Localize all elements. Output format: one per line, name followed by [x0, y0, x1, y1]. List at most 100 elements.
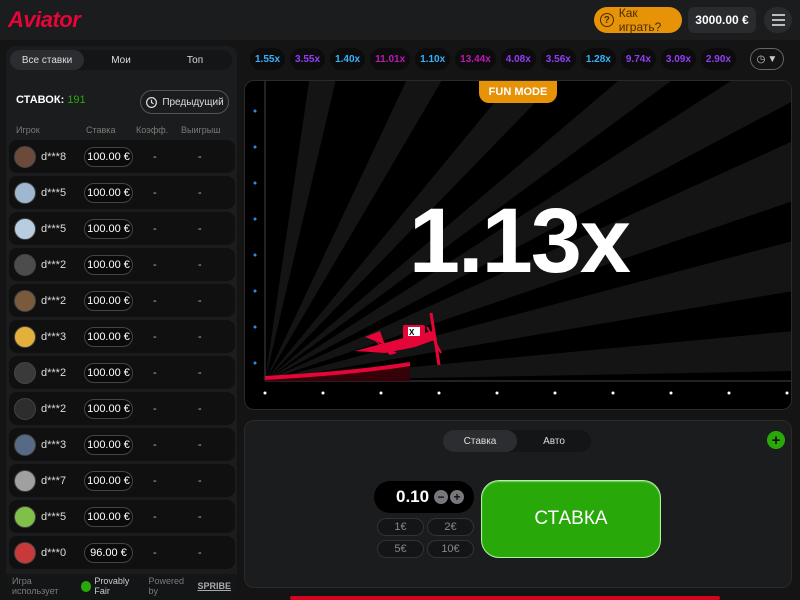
coefficient: -: [153, 150, 157, 163]
avatar: [14, 181, 36, 204]
bet-amount: 100.00 €: [84, 254, 133, 275]
bets-list: d***8 100.00 € - - d***5 100.00 € - - d***5 100.0…: [9, 140, 235, 572]
coefficient: -: [153, 402, 157, 415]
player-name: d***5: [41, 222, 67, 235]
history-multiplier[interactable]: 13.44x: [455, 48, 496, 70]
history-multiplier[interactable]: 1.28x: [580, 48, 616, 70]
previous-label: Предыдущий: [162, 96, 224, 108]
stake-button[interactable]: СТАВКА: [481, 480, 661, 558]
table-row: d***2 100.00 € - -: [9, 248, 235, 281]
history-multiplier[interactable]: 2.90x: [700, 48, 736, 70]
powered-by: Powered by: [148, 576, 185, 596]
col-coef: Коэфф.: [136, 125, 169, 135]
avatar: [14, 361, 36, 384]
avatar: [14, 433, 36, 456]
avatar: [14, 217, 36, 240]
win-amount: -: [198, 294, 202, 307]
bets-columns: Игрок Ставка Коэфф. Выигрыш: [16, 125, 231, 135]
coefficient: -: [153, 330, 157, 343]
table-row: d***5 100.00 € - -: [9, 212, 235, 245]
avatar: [14, 253, 36, 276]
win-amount: -: [198, 402, 202, 415]
provably-fair-label: Provably Fair: [94, 576, 130, 596]
quick-amount-2[interactable]: 2€: [427, 518, 474, 536]
quick-amount-1[interactable]: 1€: [377, 518, 424, 536]
table-row: d***3 100.00 € - -: [9, 428, 235, 461]
bet-amount: 96.00 €: [84, 542, 133, 563]
spribe-logo[interactable]: SPRIBE: [197, 581, 231, 591]
current-multiplier: 1.13x: [408, 190, 631, 292]
add-bet-panel-icon[interactable]: +: [767, 431, 785, 449]
bet-amount-stepper[interactable]: 0.10 − +: [374, 481, 474, 513]
win-amount: -: [198, 510, 202, 523]
svg-text:X: X: [409, 328, 415, 337]
bets-panel: Все ставки Мои Топ СТАВОК: 191 Предыдущи…: [6, 46, 237, 598]
coefficient: -: [153, 294, 157, 307]
aviator-logo: Aviator: [8, 7, 81, 32]
table-row: d***0 96.00 € - -: [9, 536, 235, 569]
player-name: d***2: [41, 294, 67, 307]
coefficient: -: [153, 258, 157, 271]
coefficient: -: [153, 510, 157, 523]
history-icon: [146, 96, 158, 108]
history-multiplier[interactable]: 3.56x: [540, 48, 576, 70]
tab-all-bets[interactable]: Все ставки: [10, 50, 84, 70]
footer: Игра использует Provably Fair Powered by…: [6, 574, 237, 598]
col-bet: Ставка: [86, 125, 116, 135]
player-name: d***2: [41, 258, 67, 271]
tab-bet[interactable]: Ставка: [443, 430, 517, 452]
table-row: d***3 100.00 € - -: [9, 320, 235, 353]
history-multiplier[interactable]: 9.74x: [620, 48, 656, 70]
tab-top[interactable]: Топ: [158, 50, 232, 70]
win-amount: -: [198, 258, 202, 271]
provably-fair-link[interactable]: Provably Fair: [81, 576, 144, 596]
how-to-play-button[interactable]: ? Как играть?: [594, 6, 682, 34]
question-icon: ?: [600, 13, 614, 27]
balance-display: 3000.00 €: [688, 7, 756, 33]
tab-auto[interactable]: Авто: [517, 430, 591, 452]
history-multiplier[interactable]: 1.55x: [250, 48, 286, 70]
bet-amount-value[interactable]: 0.10: [396, 487, 432, 507]
minus-icon[interactable]: −: [434, 490, 448, 504]
history-multiplier[interactable]: 4.08x: [500, 48, 536, 70]
win-amount: -: [198, 186, 202, 199]
table-row: d***7 100.00 € - -: [9, 464, 235, 497]
bet-amount: 100.00 €: [84, 326, 133, 347]
footer-text: Игра использует: [12, 576, 59, 596]
bets-count: СТАВОК: 191: [16, 94, 86, 106]
avatar: [14, 541, 36, 564]
coefficient: -: [153, 222, 157, 235]
chevron-down-icon: ▼: [767, 53, 778, 65]
table-row: d***5 100.00 € - -: [9, 500, 235, 533]
plus-icon[interactable]: +: [450, 490, 464, 504]
quick-amount-10[interactable]: 10€: [427, 540, 474, 558]
win-amount: -: [198, 474, 202, 487]
bet-amount: 100.00 €: [84, 506, 133, 527]
col-win: Выигрыш: [181, 125, 221, 135]
win-amount: -: [198, 546, 202, 559]
win-amount: -: [198, 222, 202, 235]
history-multiplier[interactable]: 3.55x: [290, 48, 326, 70]
tab-my-bets[interactable]: Мои: [84, 50, 158, 70]
history-multiplier[interactable]: 1.40x: [330, 48, 366, 70]
previous-button[interactable]: Предыдущий: [140, 90, 229, 114]
bet-amount: 100.00 €: [84, 218, 133, 239]
history-multiplier[interactable]: 3.09x: [660, 48, 696, 70]
bet-amount: 100.00 €: [84, 398, 133, 419]
avatar: [14, 469, 36, 492]
history-multiplier[interactable]: 1.10x: [415, 48, 451, 70]
bet-amount: 100.00 €: [84, 470, 133, 491]
bet-mode-tabs: Ставка Авто: [443, 430, 591, 452]
player-name: d***5: [41, 186, 67, 199]
quick-amount-5[interactable]: 5€: [377, 540, 424, 558]
menu-icon[interactable]: [764, 7, 792, 33]
history-toggle-button[interactable]: ◷ ▼: [750, 48, 784, 70]
coefficient: -: [153, 186, 157, 199]
history-icon: ◷: [756, 53, 766, 65]
win-amount: -: [198, 330, 202, 343]
history-multiplier[interactable]: 11.01x: [370, 48, 411, 70]
player-name: d***7: [41, 474, 67, 487]
avatar: [14, 325, 36, 348]
win-amount: -: [198, 438, 202, 451]
second-panel-edge: [290, 596, 720, 600]
